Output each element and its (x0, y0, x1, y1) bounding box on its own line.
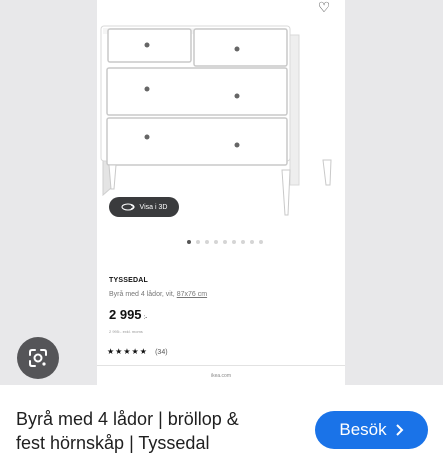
carousel-dot[interactable] (250, 240, 254, 244)
google-lens-icon (29, 349, 47, 367)
star-icons: ★★★★★ (107, 347, 148, 356)
price-value: 2 995 (109, 307, 142, 322)
visit-button-label: Besök (339, 420, 387, 439)
product-price: 2 995:- (109, 307, 147, 322)
result-title-line-1: Byrå med 4 lådor | bröllop & (16, 409, 239, 429)
source-domain: ikea.com (210, 373, 231, 379)
view-in-3d-label: Visa i 3D (139, 203, 168, 211)
divider (97, 365, 345, 366)
right-background-panel (345, 0, 443, 385)
price-note: 2 995:- exkl. moms (109, 329, 143, 334)
google-lens-button[interactable] (17, 337, 59, 379)
chevron-right-icon (395, 424, 404, 436)
product-name: TYSSEDAL (109, 277, 148, 284)
dresser-product-image (100, 25, 332, 216)
visit-button[interactable]: Besök (315, 411, 428, 449)
carousel-dot[interactable] (205, 240, 209, 244)
carousel-dot[interactable] (214, 240, 218, 244)
result-title-line-2: fest hörnskåp | Tyssedal (16, 433, 210, 453)
carousel-dot[interactable] (232, 240, 236, 244)
result-title[interactable]: Byrå med 4 lådor | bröllop & fest hörnsk… (16, 407, 286, 455)
price-currency: :- (143, 315, 148, 321)
product-page-preview[interactable]: ♡ Visa i 3D TYSSEDAL Byrå med 4 lådor, v… (97, 0, 345, 385)
left-background-panel (0, 0, 97, 385)
carousel-dot[interactable] (241, 240, 245, 244)
carousel-dot[interactable] (196, 240, 200, 244)
3d-view-icon (121, 203, 135, 211)
carousel-dot[interactable] (259, 240, 263, 244)
carousel-dot[interactable] (187, 240, 191, 244)
product-description: Byrå med 4 lådor, vit, 87x76 cm (109, 291, 207, 298)
carousel-dot[interactable] (223, 240, 227, 244)
product-description-text: Byrå med 4 lådor, vit, (109, 291, 175, 298)
rating-count: (34) (155, 349, 168, 356)
product-rating[interactable]: ★★★★★ (34) (107, 347, 168, 356)
view-in-3d-button[interactable]: Visa i 3D (109, 197, 179, 217)
image-carousel-indicator[interactable] (187, 240, 263, 244)
product-dimensions-link[interactable]: 87x76 cm (177, 291, 207, 298)
